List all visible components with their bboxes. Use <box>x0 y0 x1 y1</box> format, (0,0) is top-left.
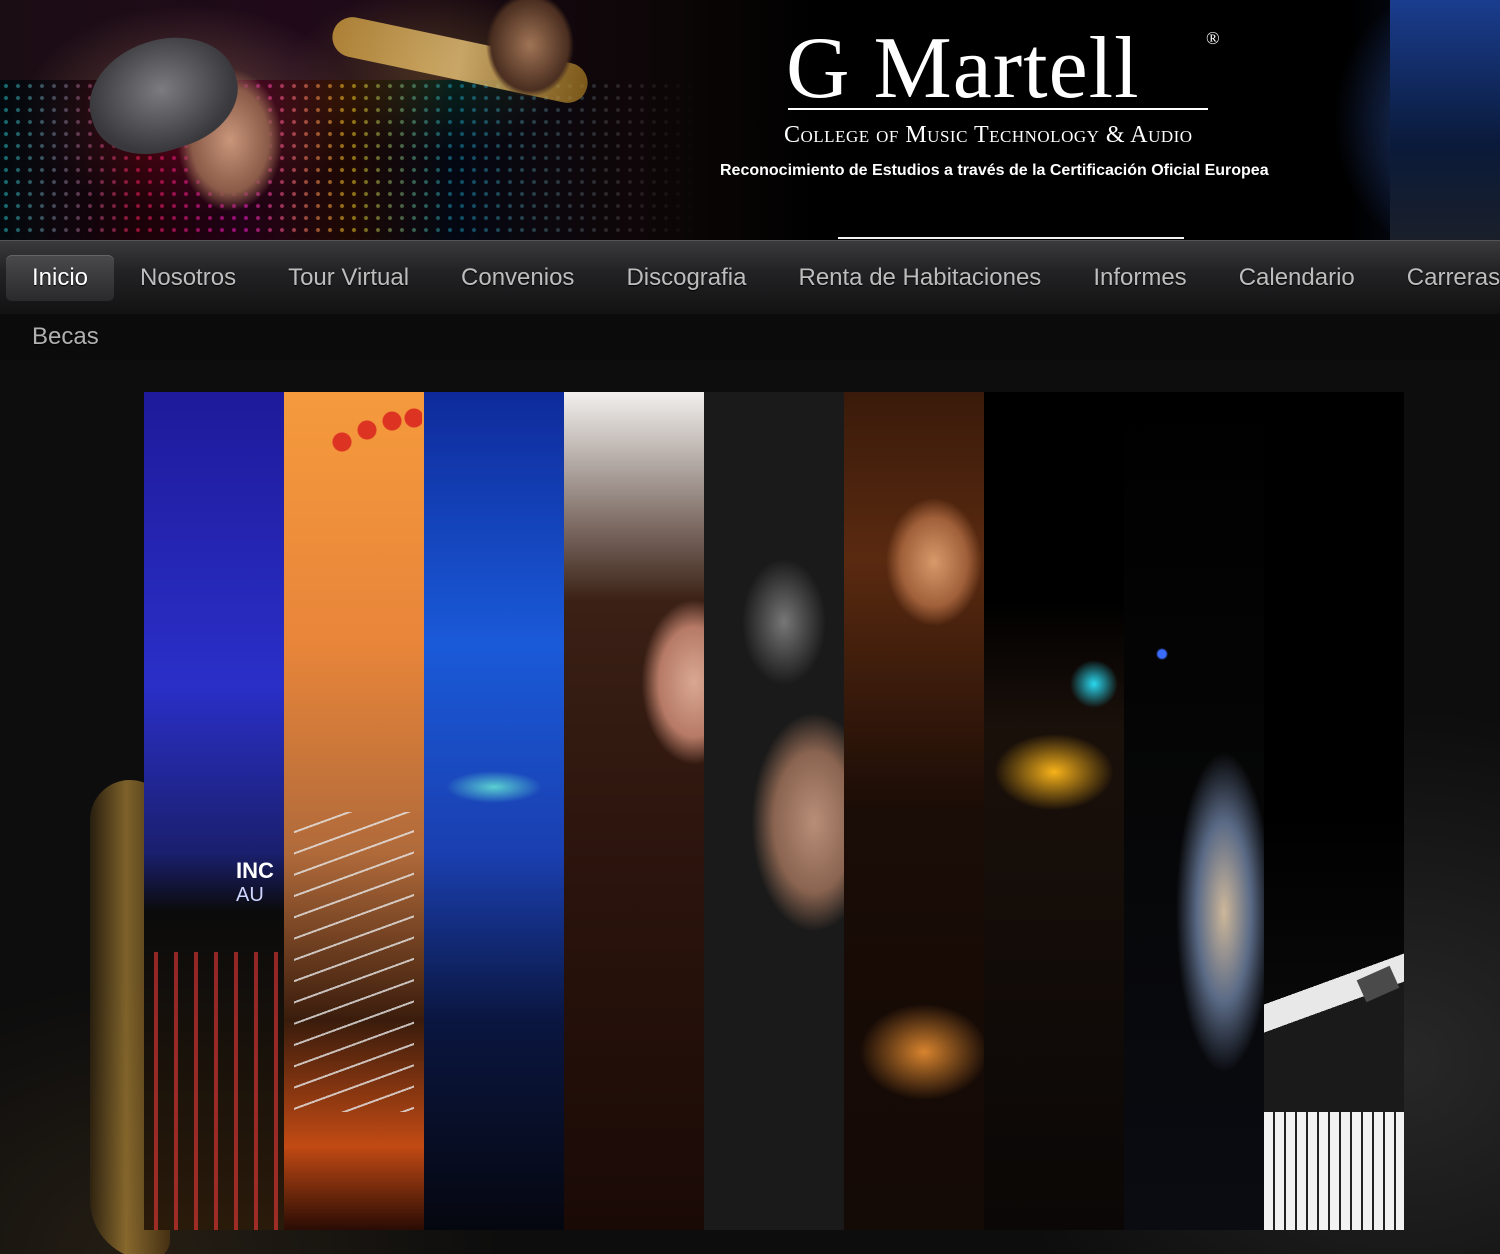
bracelet-decoration <box>322 406 422 466</box>
slide-strip-dj-headphones[interactable] <box>704 392 844 1230</box>
slide-strip-violinist[interactable] <box>984 392 1124 1230</box>
slide-strip-audio-console[interactable]: INC AU <box>144 392 284 1230</box>
nav-item-discografia[interactable]: Discografia <box>600 255 772 301</box>
nav-item-inicio[interactable]: Inicio <box>6 255 115 301</box>
banner-divider <box>838 237 1184 239</box>
hero-slider: INC AU <box>0 360 1500 1254</box>
logo-tagline: Reconocimiento de Estudios a través de l… <box>720 162 1269 179</box>
banner-photo-trombonist <box>440 0 600 120</box>
slide-strip-piano[interactable] <box>1264 392 1404 1230</box>
banner-photo-stage <box>1390 0 1500 240</box>
logo-registered-mark: ® <box>1206 28 1220 48</box>
nav-item-carreras[interactable]: Carreras <box>1381 255 1500 301</box>
logo-underline <box>788 108 1208 110</box>
nav-menu: Inicio Nosotros Tour Virtual Convenios D… <box>6 255 1500 301</box>
slide-strip-drums[interactable] <box>424 392 564 1230</box>
nav-item-informes[interactable]: Informes <box>1067 255 1212 301</box>
slide-strip-dancers[interactable] <box>1124 392 1264 1230</box>
site-logo[interactable]: G Martell ® College of Music Technology … <box>700 22 1320 222</box>
piano-brand-plate <box>1356 965 1400 1003</box>
main-navigation: Inicio Nosotros Tour Virtual Convenios D… <box>0 240 1500 314</box>
logo-subtitle: College of Music Technology & Audio <box>784 122 1193 148</box>
logo-title: G Martell <box>786 20 1140 117</box>
slide-strip-guitarist[interactable] <box>844 392 984 1230</box>
slider-strips: INC AU <box>144 392 1404 1230</box>
nav-item-renta-de-habitaciones[interactable]: Renta de Habitaciones <box>772 255 1067 301</box>
nav-item-becas[interactable]: Becas <box>6 314 125 360</box>
slide-strip-text: INC <box>236 858 274 883</box>
slide-strip-guitar-hand[interactable] <box>284 392 424 1230</box>
guitar-strings-decoration <box>294 812 414 1112</box>
nav-item-nosotros[interactable]: Nosotros <box>114 255 262 301</box>
header-banner: G Martell ® College of Music Technology … <box>0 0 1500 240</box>
nav-item-calendario[interactable]: Calendario <box>1213 255 1381 301</box>
slide-strip-text-2: AU <box>236 884 264 906</box>
nav-item-convenios[interactable]: Convenios <box>435 255 600 301</box>
nav-menu-row-2: Becas <box>6 314 125 360</box>
slide-strip-singer[interactable] <box>564 392 704 1230</box>
nav-item-tour-virtual[interactable]: Tour Virtual <box>262 255 435 301</box>
